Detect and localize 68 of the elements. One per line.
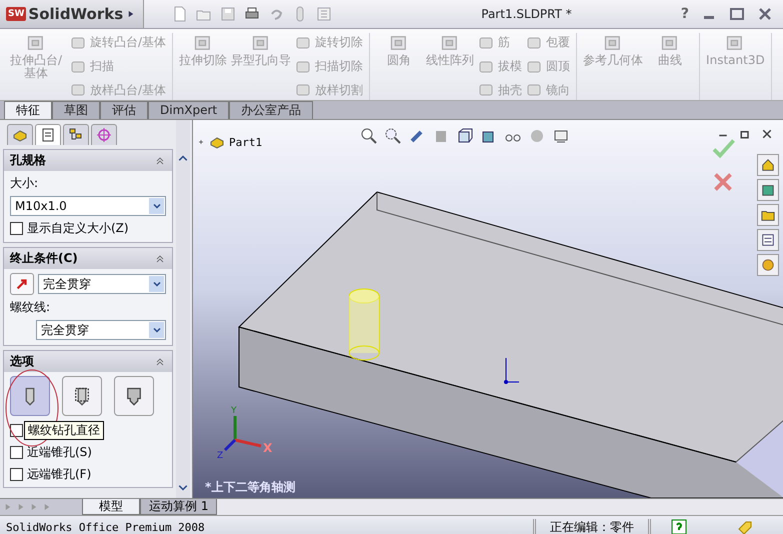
checkbox[interactable] xyxy=(10,424,23,436)
section-title: 选项 xyxy=(10,353,34,370)
scrollbar[interactable] xyxy=(176,120,190,498)
checkbox[interactable] xyxy=(10,468,23,480)
tab[interactable]: 模型 xyxy=(82,499,140,515)
help-button[interactable]: ? xyxy=(680,6,689,22)
hole-type-button[interactable] xyxy=(114,376,154,416)
checkbox-label: 显示自定义大小(Z) xyxy=(27,220,129,237)
checkbox-label: 近端锥孔(S) xyxy=(27,444,92,460)
view-palette-button[interactable] xyxy=(757,229,779,251)
section-title: 终止条件(C) xyxy=(10,250,78,267)
document-icon[interactable] xyxy=(40,127,56,143)
panel-tab[interactable] xyxy=(35,124,61,145)
save-icon[interactable] xyxy=(220,6,236,22)
appearance-button[interactable] xyxy=(757,254,779,276)
collapse-icon[interactable] xyxy=(154,356,166,368)
restore-icon[interactable] xyxy=(739,128,751,140)
collapse-icon[interactable] xyxy=(154,252,166,264)
home-icon xyxy=(761,158,775,172)
horizontal-scrollbar[interactable] xyxy=(217,499,783,515)
tree-item[interactable]: Part1 xyxy=(229,136,262,148)
arrow-icon xyxy=(15,277,29,291)
list-icon xyxy=(761,233,775,247)
thread-label: 螺纹线: xyxy=(10,299,50,316)
tab[interactable]: 特征 xyxy=(4,101,52,119)
window-title: Part1.SLDPRT * xyxy=(480,7,573,21)
new-icon[interactable] xyxy=(172,6,188,22)
library-button[interactable] xyxy=(757,179,779,201)
logo-badge: SW xyxy=(6,7,26,21)
view-label: *上下二等角轴测 xyxy=(205,479,296,496)
end-condition-dropdown[interactable]: 完全贯穿 xyxy=(38,274,166,294)
edit-mode-status: 正在编辑：零件 xyxy=(533,518,651,534)
home-button[interactable] xyxy=(757,154,779,176)
tab[interactable]: 评估 xyxy=(100,101,148,119)
size-dropdown[interactable]: M10x1.0 xyxy=(10,196,166,216)
hole-type-button[interactable] xyxy=(62,376,102,416)
sphere-icon xyxy=(761,258,775,272)
checkbox-label: 远端锥孔(F) xyxy=(27,466,92,482)
zoom-area-icon[interactable] xyxy=(385,128,401,144)
status-text: SolidWorks Office Premium 2008 xyxy=(5,520,206,534)
tab[interactable]: DimXpert xyxy=(148,101,230,119)
size-label: 大小: xyxy=(10,175,38,192)
panel-tab[interactable] xyxy=(63,124,89,145)
checkbox[interactable] xyxy=(10,222,23,235)
app-logo: SolidWorks xyxy=(28,5,124,23)
collapse-icon[interactable] xyxy=(154,154,166,166)
scene-icon[interactable] xyxy=(553,128,569,144)
zoom-fit-icon[interactable] xyxy=(361,128,377,144)
close-icon[interactable] xyxy=(761,128,773,140)
tab[interactable]: 办公室产品 xyxy=(229,101,314,119)
close-icon[interactable] xyxy=(757,6,773,22)
checkbox[interactable] xyxy=(10,446,23,458)
tab[interactable]: 草图 xyxy=(52,101,100,119)
tag-icon[interactable] xyxy=(737,519,753,534)
thread-dropdown[interactable]: 完全贯穿 xyxy=(36,320,166,340)
crosshair-icon[interactable] xyxy=(96,127,112,143)
folder-icon xyxy=(761,208,775,222)
section-title: 孔规格 xyxy=(10,152,46,169)
library-icon xyxy=(761,183,775,197)
expand-icon[interactable] xyxy=(197,138,205,146)
tab[interactable]: 运动算例 1 xyxy=(140,499,218,515)
folder-button[interactable] xyxy=(757,204,779,226)
help-icon[interactable] xyxy=(671,519,687,534)
maximize-icon[interactable] xyxy=(729,6,745,22)
tooltip: 螺纹钻孔直径 xyxy=(24,421,104,440)
reverse-direction-button[interactable] xyxy=(10,273,34,295)
view-orientation-icon[interactable] xyxy=(457,128,473,144)
panel-tab[interactable] xyxy=(7,124,33,145)
